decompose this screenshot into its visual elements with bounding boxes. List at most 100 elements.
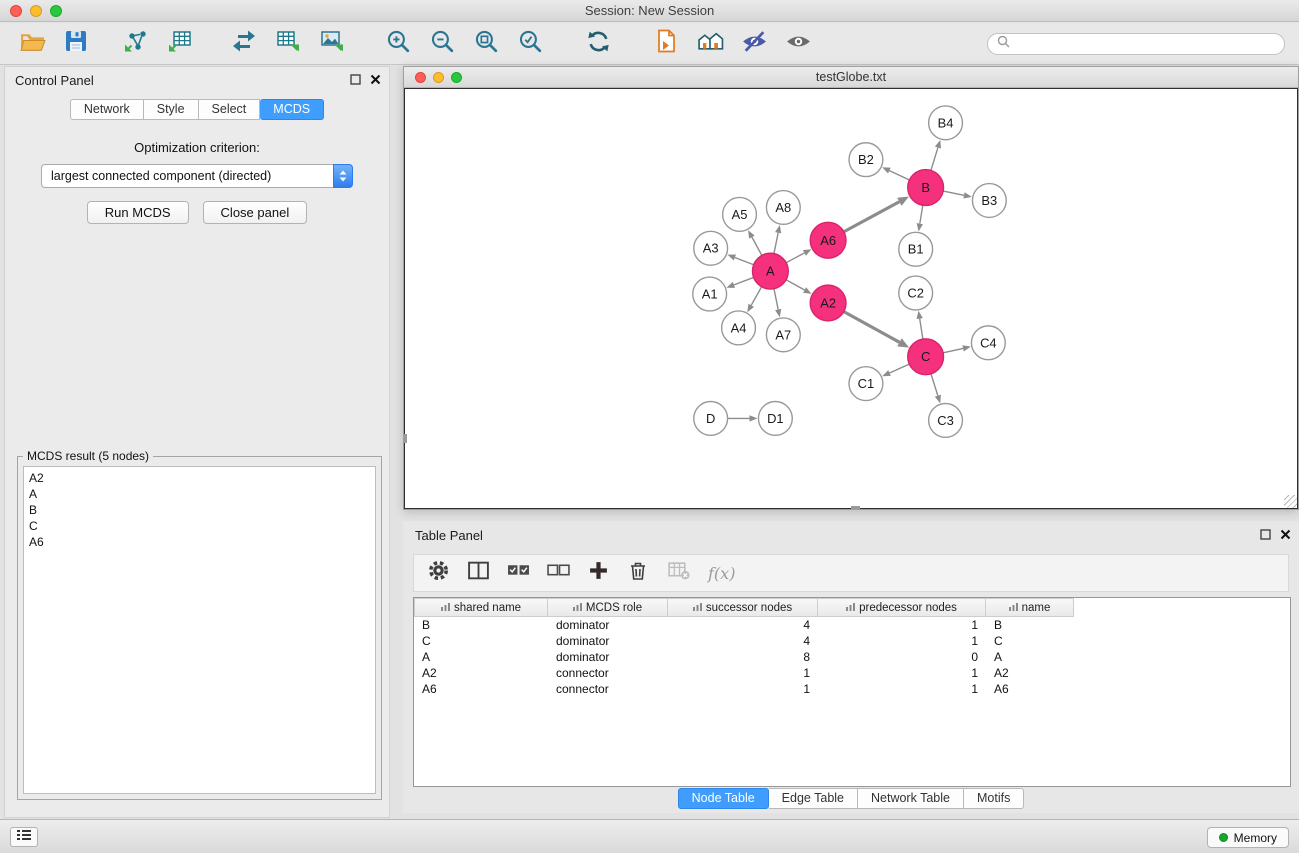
column-type-icon	[573, 602, 582, 614]
show-networks-button[interactable]	[692, 27, 728, 61]
graph-edge-A-A6[interactable]	[786, 253, 804, 263]
column-type-icon	[693, 602, 702, 614]
column-header-shared-name[interactable]: shared name	[414, 598, 548, 617]
table-tab-network-table[interactable]: Network Table	[858, 788, 964, 809]
show-columns-button[interactable]	[466, 561, 490, 585]
graph-edge-B-B2[interactable]	[889, 171, 909, 180]
open-session-button[interactable]	[14, 27, 50, 61]
table-tab-node-table[interactable]: Node Table	[678, 788, 769, 809]
mcds-result-item[interactable]: C	[29, 518, 370, 534]
hide-details-button[interactable]	[736, 27, 772, 61]
node-table: shared nameMCDS rolesuccessor nodesprede…	[413, 597, 1291, 787]
table-row[interactable]: Adominator80A	[414, 649, 1290, 665]
network-canvas[interactable]: B4B2BB3A8A5A6A3B1AC2A1A2A4A7C4CC1C3DD1	[404, 88, 1298, 509]
graph-edge-A2-C[interactable]	[844, 312, 900, 343]
export-image-icon	[319, 28, 345, 59]
graph-node-label: D1	[767, 411, 784, 426]
close-window-icon[interactable]	[10, 5, 22, 17]
column-header-name[interactable]: name	[986, 598, 1074, 617]
table-row[interactable]: Cdominator41C	[414, 633, 1290, 649]
table-row[interactable]: A6connector11A6	[414, 681, 1290, 697]
graph-edge-A-A8[interactable]	[774, 233, 778, 254]
graph-edge-C-C4[interactable]	[943, 348, 963, 352]
mcds-result-item[interactable]: B	[29, 502, 370, 518]
graph-edge-B-B3[interactable]	[943, 191, 964, 195]
zoom-out-button[interactable]	[424, 27, 460, 61]
graph-edge-A-A1[interactable]	[734, 277, 754, 284]
graph-edge-C-C1[interactable]	[890, 364, 910, 373]
table-tab-edge-table[interactable]: Edge Table	[769, 788, 858, 809]
network-minimize-icon[interactable]	[433, 72, 444, 83]
table-row[interactable]: A2connector11A2	[414, 665, 1290, 681]
table-settings-button[interactable]	[426, 561, 450, 585]
show-details-button[interactable]	[780, 27, 816, 61]
column-type-icon	[846, 602, 855, 614]
zoom-in-button[interactable]	[380, 27, 416, 61]
memory-button[interactable]: Memory	[1207, 827, 1289, 848]
deselect-all-columns-button[interactable]	[546, 561, 570, 585]
save-session-button[interactable]	[58, 27, 94, 61]
delete-table-button[interactable]	[666, 561, 690, 585]
table-panel: Table Panel f(x) shared nameMCDS ro	[403, 521, 1299, 813]
zoom-selected-button[interactable]	[512, 27, 548, 61]
control-tab-style[interactable]: Style	[144, 99, 199, 120]
zoom-window-icon[interactable]	[50, 5, 62, 17]
edge-arrowhead-icon	[803, 249, 812, 256]
float-panel-icon[interactable]	[350, 73, 361, 88]
graph-edge-A-A3[interactable]	[735, 258, 754, 265]
graph-edge-C-C3[interactable]	[931, 374, 938, 396]
eye-icon	[785, 28, 812, 60]
create-column-button[interactable]	[586, 561, 610, 585]
mcds-result-item[interactable]: A2	[29, 470, 370, 486]
column-header-MCDS-role[interactable]: MCDS role	[548, 598, 668, 617]
mcds-result-list[interactable]: A2ABCA6	[23, 466, 376, 794]
control-tab-select[interactable]: Select	[199, 99, 261, 120]
graph-edge-B-B1[interactable]	[920, 205, 923, 223]
import-network-button[interactable]	[118, 27, 154, 61]
column-header-predecessor-nodes[interactable]: predecessor nodes	[818, 598, 986, 617]
close-panel-button[interactable]: Close panel	[203, 201, 308, 224]
search-input[interactable]	[1015, 37, 1275, 51]
minimize-window-icon[interactable]	[30, 5, 42, 17]
mcds-result-item[interactable]: A	[29, 486, 370, 502]
export-network-button[interactable]	[226, 27, 262, 61]
table-cell: A6	[414, 681, 548, 697]
close-panel-icon[interactable]	[370, 73, 381, 88]
graph-edge-A-A7[interactable]	[774, 289, 778, 310]
mcds-result-item[interactable]: A6	[29, 534, 370, 550]
close-table-panel-icon[interactable]	[1280, 528, 1291, 543]
select-all-columns-button[interactable]	[506, 561, 530, 585]
delete-column-button[interactable]	[626, 561, 650, 585]
graph-edge-A-A2[interactable]	[786, 280, 805, 290]
graph-edge-A6-B[interactable]	[844, 202, 900, 232]
task-history-button[interactable]	[10, 827, 38, 847]
table-tab-motifs[interactable]: Motifs	[964, 788, 1024, 809]
open-document-button[interactable]	[648, 27, 684, 61]
export-image-button[interactable]	[314, 27, 350, 61]
edge-arrowhead-icon	[747, 304, 754, 313]
criterion-dropdown[interactable]: largest connected component (directed)	[41, 164, 353, 188]
zoom-fit-button[interactable]	[468, 27, 504, 61]
network-close-icon[interactable]	[415, 72, 426, 83]
network-zoom-icon[interactable]	[451, 72, 462, 83]
table-row[interactable]: Bdominator41B	[414, 617, 1290, 633]
function-builder-button[interactable]: f(x)	[708, 564, 735, 583]
control-tab-network[interactable]: Network	[70, 99, 144, 120]
import-table-button[interactable]	[162, 27, 198, 61]
column-header-successor-nodes[interactable]: successor nodes	[668, 598, 818, 617]
graph-node-label: C3	[937, 413, 954, 428]
window-title: Session: New Session	[585, 3, 714, 18]
graph-edge-C-C2[interactable]	[920, 319, 923, 339]
float-table-panel-icon[interactable]	[1260, 528, 1271, 543]
graph-node-label: D	[706, 411, 715, 426]
control-tab-mcds[interactable]: MCDS	[260, 99, 324, 120]
refresh-layout-button[interactable]	[580, 27, 616, 61]
export-table-button[interactable]	[270, 27, 306, 61]
resize-grip-icon[interactable]	[1284, 495, 1297, 508]
graph-edge-A-A5[interactable]	[752, 237, 762, 255]
graph-edge-B-B4[interactable]	[931, 148, 938, 171]
graph-edge-A-A4[interactable]	[751, 287, 761, 306]
network-graph-svg[interactable]: B4B2BB3A8A5A6A3B1AC2A1A2A4A7C4CC1C3DD1	[405, 89, 1297, 508]
toolbar-search-field[interactable]	[987, 33, 1285, 55]
run-mcds-button[interactable]: Run MCDS	[87, 201, 189, 224]
